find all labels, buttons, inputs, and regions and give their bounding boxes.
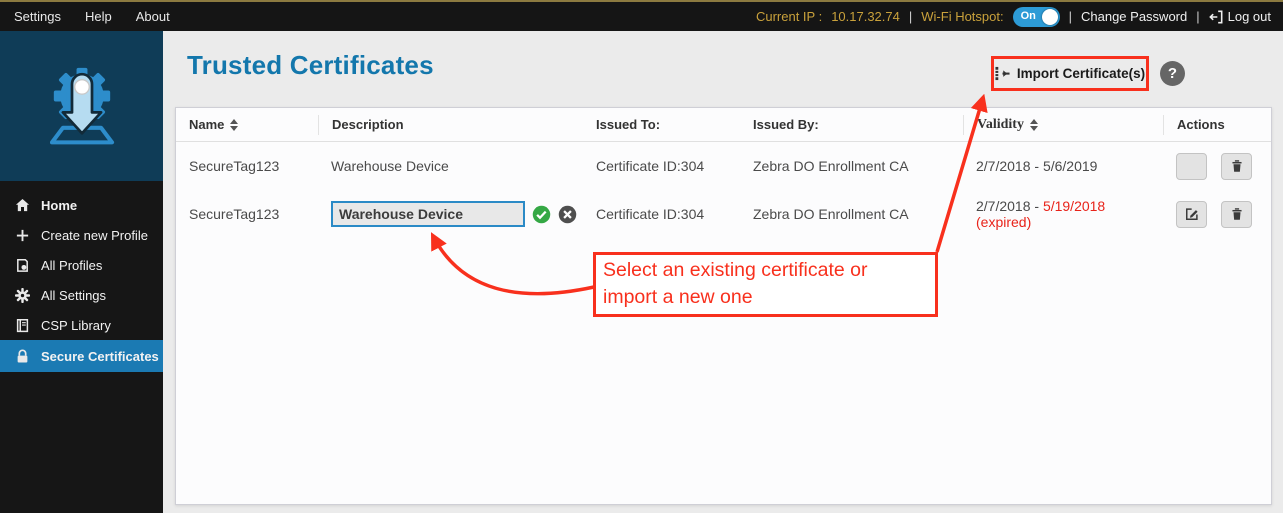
separator: | [1069, 9, 1072, 24]
change-password-link[interactable]: Change Password [1081, 9, 1187, 24]
column-header-validity[interactable]: Validity [963, 115, 1163, 135]
table-body: SecureTag123 Warehouse Device Certificat… [176, 142, 1271, 238]
logout-icon [1209, 10, 1223, 24]
description-input[interactable] [331, 201, 525, 227]
page-title: Trusted Certificates [187, 50, 434, 81]
import-button-label: Import Certificate(s) [1017, 66, 1145, 81]
column-header-issuedto: Issued To: [581, 117, 740, 132]
separator: | [1196, 9, 1199, 24]
import-certificates-button[interactable]: Import Certificate(s) [995, 66, 1145, 81]
column-header-actions: Actions [1163, 115, 1273, 135]
gear-icon [14, 288, 31, 303]
separator: | [909, 9, 912, 24]
table-header-row: Name Description Issued To: Issued By: V… [176, 108, 1271, 142]
edit-button[interactable] [1176, 201, 1207, 228]
sidebar-item-home[interactable]: Home [0, 190, 163, 220]
edit-button[interactable] [1176, 153, 1207, 180]
table-row: SecureTag123 Warehouse Device Certificat… [176, 142, 1271, 190]
trash-icon [1230, 159, 1244, 173]
app-window: Settings Help About Current IP : 10.17.3… [0, 0, 1283, 513]
cancel-icon[interactable] [558, 205, 577, 224]
wifi-hotspot-label: Wi-Fi Hotspot: [921, 9, 1003, 24]
import-annotation-rect: Import Certificate(s) [991, 56, 1149, 91]
lock-icon [14, 349, 31, 364]
library-icon [14, 318, 31, 333]
cert-description: Warehouse Device [331, 158, 449, 174]
topbar-status: Current IP : 10.17.32.74 | Wi-Fi Hotspot… [756, 2, 1271, 31]
help-icon[interactable]: ? [1160, 61, 1185, 86]
sort-toggle-icon[interactable] [230, 119, 238, 131]
validity: 2/7/2018 - 5/6/2019 [976, 158, 1097, 174]
menu-help[interactable]: Help [85, 9, 112, 24]
issued-to: Certificate ID:304 [596, 206, 704, 222]
plus-icon [14, 228, 31, 243]
menu-about[interactable]: About [136, 9, 170, 24]
sidebar-item-create-new-profile[interactable]: Create new Profile [0, 220, 163, 250]
sidebar-item-all-profiles[interactable]: All Profiles [0, 250, 163, 280]
callout-line-1: Select an existing certificate or [603, 257, 928, 284]
profiles-icon [14, 258, 31, 273]
current-ip-label: Current IP : [756, 9, 822, 24]
issued-by: Zebra DO Enrollment CA [753, 158, 909, 174]
sidebar-item-secure-certificates[interactable]: Secure Certificates [0, 340, 163, 372]
delete-button[interactable] [1221, 201, 1252, 228]
table-row: SecureTag123 Certificate ID:304 Zebra DO… [176, 190, 1271, 238]
column-header-name[interactable]: Name [176, 117, 318, 132]
menu-settings[interactable]: Settings [14, 9, 61, 24]
annotation-callout: Select an existing certificate or import… [593, 252, 938, 317]
current-ip-value: 10.17.32.74 [831, 9, 900, 24]
toggle-on-label: On [1021, 10, 1036, 22]
app-logo-panel [0, 31, 163, 181]
confirm-icon[interactable] [532, 205, 551, 224]
stagenow-logo-icon [32, 54, 132, 158]
issued-by: Zebra DO Enrollment CA [753, 206, 909, 222]
description-edit-group [331, 201, 577, 227]
delete-button[interactable] [1221, 153, 1252, 180]
issued-to: Certificate ID:304 [596, 158, 704, 174]
edit-icon [1185, 207, 1199, 221]
toggle-knob [1042, 9, 1058, 25]
column-header-description: Description [318, 115, 581, 135]
validity: 2/7/2018 - 5/19/2018 (expired) [976, 198, 1163, 230]
wifi-hotspot-toggle[interactable]: On [1013, 7, 1060, 27]
sort-toggle-icon[interactable] [1030, 119, 1038, 131]
sidebar-item-all-settings[interactable]: All Settings [0, 280, 163, 310]
sidebar-menu: Home Create new Profile All Profiles All… [0, 190, 163, 372]
import-icon [995, 66, 1010, 81]
cert-name: SecureTag123 [189, 206, 279, 222]
column-header-issuedby: Issued By: [740, 117, 963, 132]
topbar-menu: Settings Help About [0, 9, 170, 24]
logout-link[interactable]: Log out [1209, 9, 1271, 24]
logout-label: Log out [1228, 9, 1271, 24]
trash-icon [1230, 207, 1244, 221]
sidebar-item-csp-library[interactable]: CSP Library [0, 310, 163, 340]
top-menu-bar: Settings Help About Current IP : 10.17.3… [0, 0, 1283, 31]
sidebar: Home Create new Profile All Profiles All… [0, 31, 163, 513]
home-icon [14, 198, 31, 213]
callout-line-2: import a new one [603, 284, 928, 311]
cert-name: SecureTag123 [189, 158, 279, 174]
